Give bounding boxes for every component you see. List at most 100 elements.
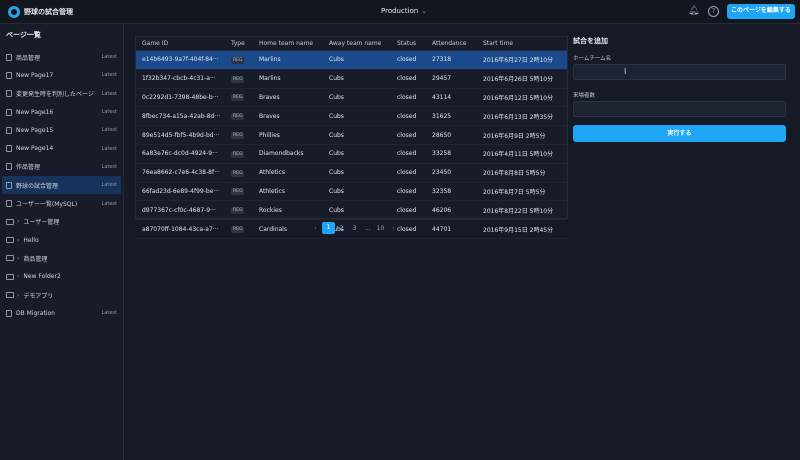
table-cell: 2016年6月9日 2時5分: [483, 132, 546, 140]
column-header[interactable]: Attendance: [432, 40, 483, 47]
page-icon: [6, 108, 12, 116]
sidebar-item[interactable]: New Page15 Latest: [2, 121, 121, 139]
text-cursor-icon: I: [624, 67, 627, 76]
sidebar-item-label: 商品管理: [16, 54, 41, 62]
table-row[interactable]: 0c2292d1-7398-48be-b··· REG Braves Cubs clos…: [136, 89, 567, 108]
table-row[interactable]: 1f32b347-cbcb-4c31-a··· REG Marlins Cubs clo…: [136, 70, 567, 89]
table-cell: Cubs: [329, 206, 344, 214]
column-header[interactable]: Type: [231, 40, 258, 47]
type-badge: REG: [231, 113, 245, 121]
sidebar-item-label: New Page16: [16, 108, 54, 116]
table-row[interactable]: d977367c-cf0c-4687-9··· REG Rockies Cubs clo…: [136, 201, 567, 221]
sidebar-item[interactable]: 野球の試合管理 Latest: [2, 176, 121, 195]
column-header[interactable]: Away team name: [329, 40, 397, 47]
attendance-label: 来場者数: [573, 93, 596, 99]
chevron-right-icon: ›: [17, 218, 20, 226]
page-icon: [6, 53, 12, 61]
table-cell: 8fbec734-a15a-42ab-8d···: [142, 112, 221, 120]
table-cell: 1f32b347-cbcb-4c31-a···: [142, 75, 216, 83]
table-cell: 2016年8月7日 5時5分: [483, 188, 546, 196]
page-number-button[interactable]: 2: [335, 225, 348, 232]
submit-button[interactable]: 実行する: [573, 125, 786, 142]
table-cell: REG: [231, 169, 258, 177]
sidebar-item[interactable]: DB Migration Latest: [2, 304, 121, 322]
table-cell: REG: [231, 112, 258, 121]
table-row[interactable]: 66fad23d-6e89-4f99-be··· REG Athletics Cubs…: [136, 183, 567, 202]
sidebar-item[interactable]: › New Folder2: [2, 268, 121, 286]
table-cell: closed: [397, 187, 417, 195]
table-cell: REG: [231, 225, 258, 234]
panel-title: 試合を追加: [573, 37, 608, 45]
version-tag: Latest: [101, 145, 117, 152]
table-cell: REG: [231, 150, 258, 158]
sidebar-item-label: Hello: [23, 236, 39, 244]
table-row[interactable]: 8fbec734-a15a-42ab-8d··· REG Braves Cubs clo…: [136, 107, 567, 127]
column-header[interactable]: Home team name: [258, 40, 329, 47]
sidebar-item[interactable]: New Page17 Latest: [2, 66, 121, 84]
table-cell: 76ea8662-c7e6-4c38-8f···: [142, 169, 220, 177]
sidebar: ページ一覧 商品管理 Latest New Page17 Latest 変更発生時を判別…: [0, 24, 124, 460]
table-cell: 2016年8月8日 5時5分: [483, 170, 546, 178]
table-row[interactable]: 89e514d5-fbf5-4b9d-bd··· REG Phillies Cubs c…: [136, 126, 567, 145]
sidebar-item-label: ユーザー一覧(MySQL): [16, 201, 78, 209]
sidebar-item[interactable]: 作品管理 Latest: [2, 158, 121, 176]
sidebar-item[interactable]: › Hello: [2, 231, 121, 249]
table-row[interactable]: e14b6493-9a7f-404f-84··· REG Marlins Cubs cl…: [136, 51, 567, 70]
table-cell: Athletics: [259, 169, 285, 177]
column-header[interactable]: Start time: [483, 40, 567, 47]
table-cell: e14b6493-9a7f-404f-84···: [142, 56, 219, 64]
page-icon: [6, 181, 12, 189]
table-header: Game ID Type Home team name Away team name S…: [136, 37, 567, 51]
table-cell: Cubs: [329, 56, 344, 64]
table-cell: Cubs: [329, 150, 344, 158]
environment-selector[interactable]: Production ⌄: [381, 7, 427, 15]
sidebar-item-label: デモアプリ: [23, 292, 54, 300]
help-icon[interactable]: ?: [708, 6, 719, 17]
page-icon: [6, 71, 12, 79]
page-icon: [6, 200, 12, 208]
sidebar-item[interactable]: ユーザー一覧(MySQL) Latest: [2, 194, 121, 212]
sidebar-item[interactable]: › ユーザー管理: [2, 213, 121, 231]
table-cell: closed: [397, 112, 417, 120]
next-page-button[interactable]: ›: [387, 225, 400, 232]
type-badge: REG: [231, 75, 245, 83]
table-cell: REG: [231, 93, 258, 102]
home-team-input[interactable]: I: [573, 64, 786, 80]
sidebar-title: ページ一覧: [6, 31, 41, 39]
column-header[interactable]: Game ID: [136, 40, 231, 47]
column-header[interactable]: Status: [397, 40, 432, 47]
prev-page-button[interactable]: ‹: [309, 225, 322, 232]
version-tag: Latest: [101, 182, 117, 189]
attendance-input[interactable]: [573, 101, 786, 117]
table-row[interactable]: 6a83e76c-dc0d-4924-9··· REG Diamondbacks Cu…: [136, 145, 567, 164]
page-number-button[interactable]: 3: [348, 225, 361, 232]
sidebar-item[interactable]: New Page16 Latest: [2, 103, 121, 121]
table-cell: Cubs: [329, 93, 344, 101]
table-cell: 89e514d5-fbf5-4b9d-bd···: [142, 131, 220, 139]
version-tag: Latest: [101, 310, 117, 317]
table-cell: 2016年4月11日 5時10分: [483, 151, 554, 159]
type-badge: REG: [231, 94, 245, 102]
table-cell: 46206: [432, 206, 452, 214]
sidebar-item[interactable]: 変更発生時を判別したページ Latest: [2, 85, 121, 103]
notification-bell-icon[interactable]: 🔔︎: [688, 6, 699, 17]
table-row[interactable]: 76ea8662-c7e6-4c38-8f··· REG Athletics Cubs…: [136, 164, 567, 183]
edit-page-button[interactable]: このページを編集する: [727, 4, 795, 19]
table-cell: a87070ff-1084-43ca-a7···: [142, 225, 219, 233]
page-icon: [6, 145, 12, 153]
page-icon: [6, 126, 12, 134]
table-cell: closed: [397, 56, 417, 64]
sidebar-item-label: New Page17: [16, 71, 54, 79]
page-number-button[interactable]: 10: [374, 225, 387, 232]
type-badge: REG: [231, 56, 245, 64]
table-cell: closed: [397, 225, 417, 233]
page-number-button[interactable]: 1: [322, 222, 335, 234]
table-cell: 2016年8月22日 5時10分: [483, 207, 554, 215]
sidebar-item[interactable]: › デモアプリ: [2, 286, 121, 304]
add-game-panel: 試合を追加 ホームチーム名 I 来場者数 実行する: [573, 36, 786, 142]
sidebar-item[interactable]: › 商品管理: [2, 249, 121, 267]
sidebar-item[interactable]: New Page14 Latest: [2, 139, 121, 157]
page-icon: [6, 90, 12, 98]
sidebar-item[interactable]: 商品管理 Latest: [2, 48, 121, 66]
version-tag: Latest: [101, 90, 117, 97]
